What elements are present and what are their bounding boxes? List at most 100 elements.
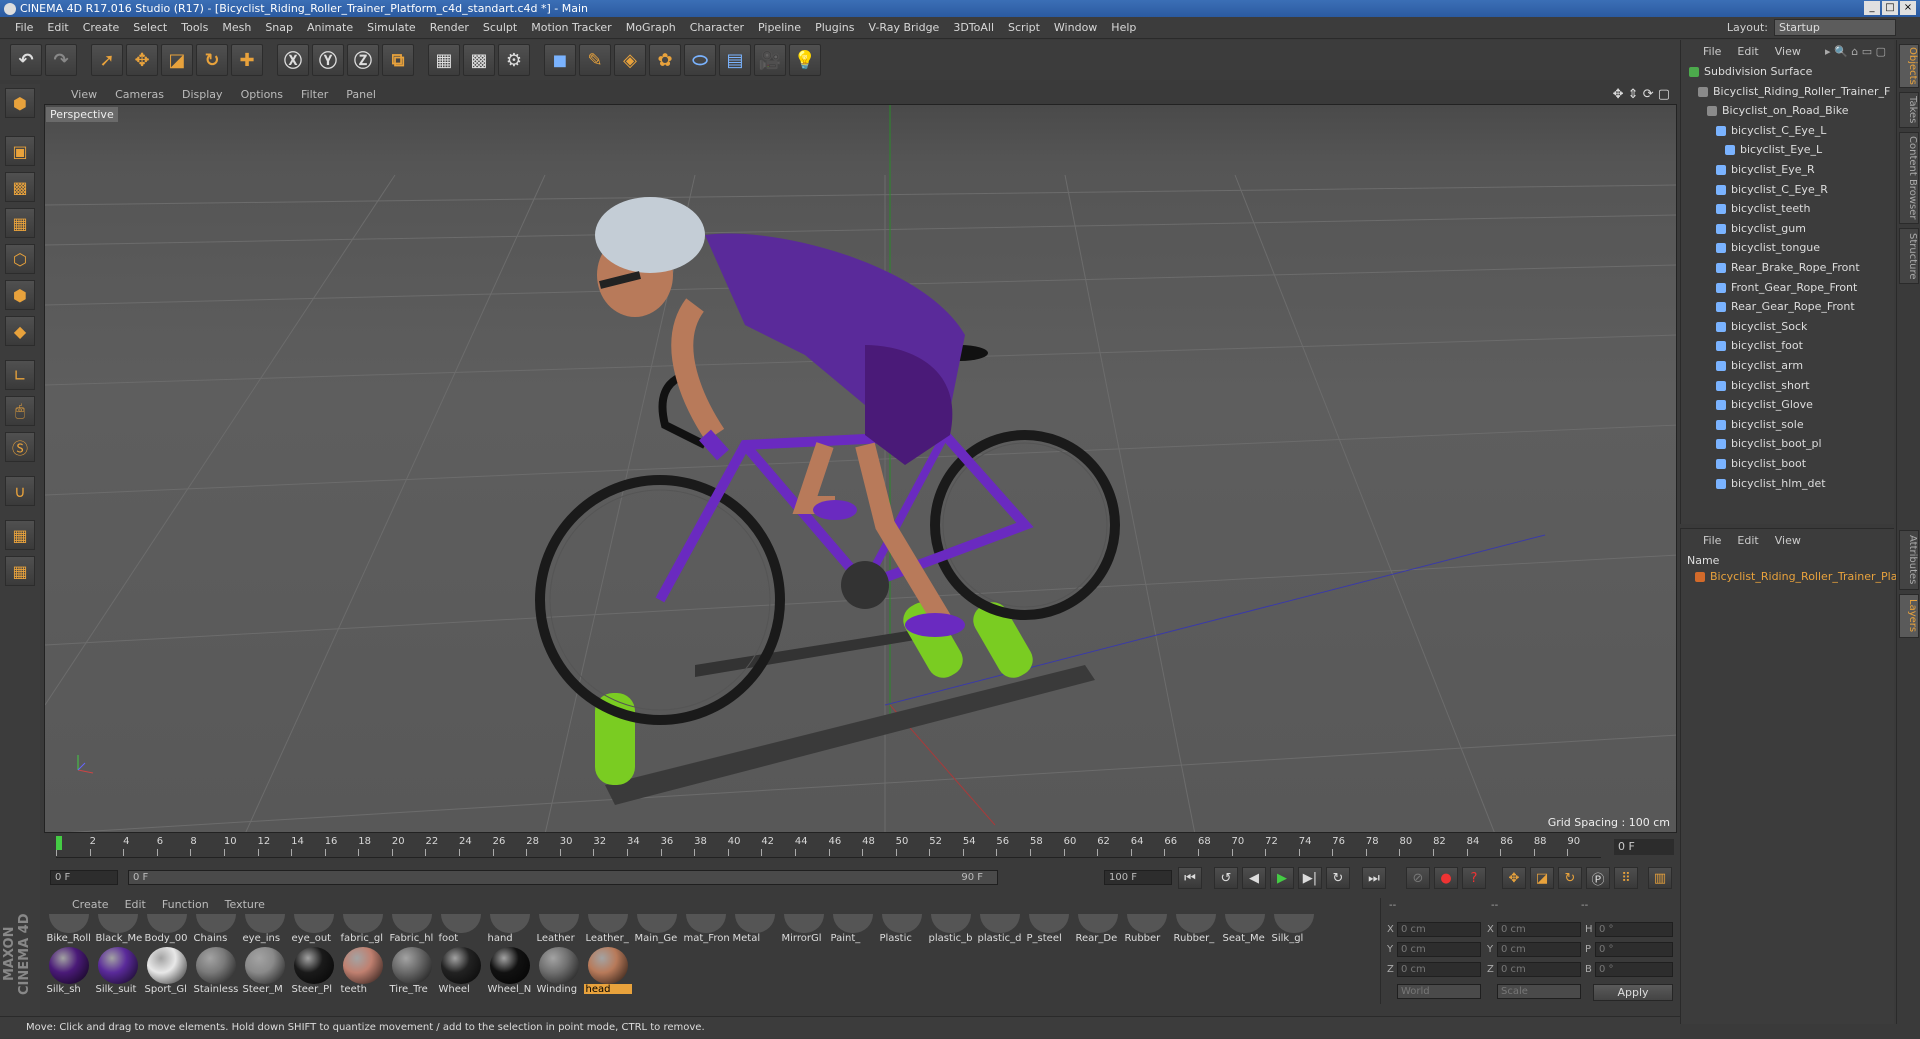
x-axis-lock-button[interactable]: Ⓧ [277, 44, 309, 76]
material-swatch[interactable]: Silk_gl [1269, 914, 1318, 944]
material-swatch[interactable]: Rubber [1122, 914, 1171, 944]
material-swatch[interactable]: Rear_De [1073, 914, 1122, 944]
next-frame-button[interactable]: ▶| [1298, 867, 1322, 889]
polygons-mode-button[interactable]: ◆ [5, 316, 35, 346]
viewport-menu-cameras[interactable]: Cameras [106, 88, 173, 101]
object-row[interactable]: bicyclist_sole [1716, 415, 1804, 434]
object-row[interactable]: bicyclist_boot_pl [1716, 434, 1822, 453]
menu-vray-bridge[interactable]: V-Ray Bridge [861, 21, 946, 34]
key-parameter-button[interactable]: Ⓟ [1586, 867, 1610, 889]
material-swatch[interactable]: Bike_Roll [44, 914, 93, 944]
floor-environment-button[interactable]: ▤ [719, 44, 751, 76]
play-button[interactable]: ▶ [1270, 867, 1294, 889]
scale-tool-button[interactable]: ◪ [161, 44, 193, 76]
maximize-button[interactable]: □ [1882, 1, 1898, 15]
material-menu-edit[interactable]: Edit [117, 898, 154, 914]
material-swatch[interactable]: Main_Ge [632, 914, 681, 944]
minimize-button[interactable]: _ [1864, 1, 1880, 15]
material-swatch[interactable]: Leather_ [583, 914, 632, 944]
snap-button[interactable]: Ⓢ [5, 432, 35, 462]
material-swatch[interactable]: hand [485, 914, 534, 944]
material-swatch[interactable]: plastic_b [926, 914, 975, 944]
menu-motion-tracker[interactable]: Motion Tracker [524, 21, 618, 34]
material-swatch[interactable]: Steer_M [240, 946, 289, 994]
apply-button[interactable]: Apply [1593, 984, 1673, 1001]
light-button[interactable]: 💡 [789, 44, 821, 76]
key-pla-button[interactable]: ⠿ [1614, 867, 1638, 889]
coordinate-mode-select[interactable]: World [1397, 984, 1481, 999]
material-swatch[interactable]: Plastic [877, 914, 926, 944]
undo-button[interactable]: ↶ [10, 44, 42, 76]
material-swatch[interactable]: Tire_Tre [387, 946, 436, 994]
material-swatch[interactable]: Silk_sh [44, 946, 93, 994]
material-menu-create[interactable]: Create [64, 898, 117, 914]
objects-menu-view[interactable]: View [1767, 45, 1809, 58]
object-row[interactable]: bicyclist_C_Eye_L [1716, 121, 1826, 140]
edges-mode-button[interactable]: ⬢ [5, 280, 35, 310]
size-x-field[interactable]: 0 cm [1497, 922, 1581, 937]
previous-key-button[interactable]: ↺ [1214, 867, 1238, 889]
pen-spline-button[interactable]: ✎ [579, 44, 611, 76]
tab-takes[interactable]: Takes [1899, 92, 1919, 128]
timeline-ruler[interactable]: 0246810121416182022242628303234363840424… [56, 836, 1601, 858]
tab-layers[interactable]: Layers [1899, 594, 1919, 638]
material-swatch[interactable]: teeth [338, 946, 387, 994]
menu-edit[interactable]: Edit [40, 21, 75, 34]
perspective-viewport[interactable]: Perspective Grid Spacing : 100 cm [44, 104, 1677, 833]
size-z-field[interactable]: 0 cm [1497, 962, 1581, 977]
material-swatch[interactable]: eye_out [289, 914, 338, 944]
material-swatch[interactable]: head [583, 946, 632, 994]
object-row[interactable]: bicyclist_Eye_L [1725, 140, 1822, 159]
material-swatch[interactable]: Winding [534, 946, 583, 994]
object-row[interactable]: Subdivision Surface [1689, 62, 1812, 81]
menu-pipeline[interactable]: Pipeline [751, 21, 808, 34]
move-tool-button[interactable]: ✥ [126, 44, 158, 76]
object-row[interactable]: bicyclist_teeth [1716, 199, 1810, 218]
viewport-menu-display[interactable]: Display [173, 88, 232, 101]
layout-select[interactable]: Startup [1774, 19, 1896, 36]
render-picture-viewer-button[interactable]: ▩ [463, 44, 495, 76]
tab-attributes[interactable]: Attributes [1899, 530, 1919, 590]
object-row[interactable]: bicyclist_gum [1716, 219, 1806, 238]
material-menu-texture[interactable]: Texture [217, 898, 273, 914]
record-active-objects-button[interactable]: ● [1434, 867, 1458, 889]
points-mode-button[interactable]: ⬡ [5, 244, 35, 274]
magnet-button[interactable]: ∪ [5, 476, 35, 506]
objects-toolbar-icons[interactable]: ▸ 🔍 ⌂ ▭ ▢ [1817, 45, 1894, 58]
size-mode-select[interactable]: Scale [1497, 984, 1581, 999]
menu-script[interactable]: Script [1001, 21, 1047, 34]
material-swatch[interactable]: Sport_Gl [142, 946, 191, 994]
menu-help[interactable]: Help [1104, 21, 1143, 34]
material-swatch[interactable]: Body_00 [142, 914, 191, 944]
object-row[interactable]: bicyclist_C_Eye_R [1716, 180, 1828, 199]
menu-window[interactable]: Window [1047, 21, 1104, 34]
material-swatch[interactable]: MirrorGl [779, 914, 828, 944]
material-swatch[interactable]: Wheel_N [485, 946, 534, 994]
recent-tool-button[interactable]: ✚ [231, 44, 263, 76]
position-z-field[interactable]: 0 cm [1397, 962, 1481, 977]
material-swatch[interactable]: foot [436, 914, 485, 944]
lock-workplane-button[interactable]: ▦ [5, 520, 35, 550]
material-swatch[interactable]: P_steel [1024, 914, 1073, 944]
menu-plugins[interactable]: Plugins [808, 21, 861, 34]
menu-simulate[interactable]: Simulate [360, 21, 423, 34]
material-swatch[interactable]: Leather [534, 914, 583, 944]
end-frame-field[interactable]: 100 F [1104, 870, 1172, 885]
mograph-cloner-button[interactable]: ✿ [649, 44, 681, 76]
tab-structure[interactable]: Structure [1899, 228, 1919, 284]
menu-sculpt[interactable]: Sculpt [476, 21, 524, 34]
next-key-button[interactable]: ↻ [1326, 867, 1350, 889]
record-keys-disabled-button[interactable]: ⊘ [1406, 867, 1430, 889]
material-swatch[interactable]: Stainless [191, 946, 240, 994]
camera-button[interactable]: 🎥 [754, 44, 786, 76]
layers-menu-view[interactable]: View [1767, 534, 1809, 547]
material-swatch[interactable]: Metal [730, 914, 779, 944]
menu-character[interactable]: Character [683, 21, 751, 34]
material-swatch[interactable]: Steer_Pl [289, 946, 338, 994]
tab-content-browser[interactable]: Content Browser [1899, 132, 1919, 224]
render-settings-button[interactable]: ⚙ [498, 44, 530, 76]
layers-menu-edit[interactable]: Edit [1729, 534, 1766, 547]
autokeying-button[interactable]: ? [1462, 867, 1486, 889]
key-position-button[interactable]: ✥ [1502, 867, 1526, 889]
tab-objects[interactable]: Objects [1899, 44, 1919, 88]
